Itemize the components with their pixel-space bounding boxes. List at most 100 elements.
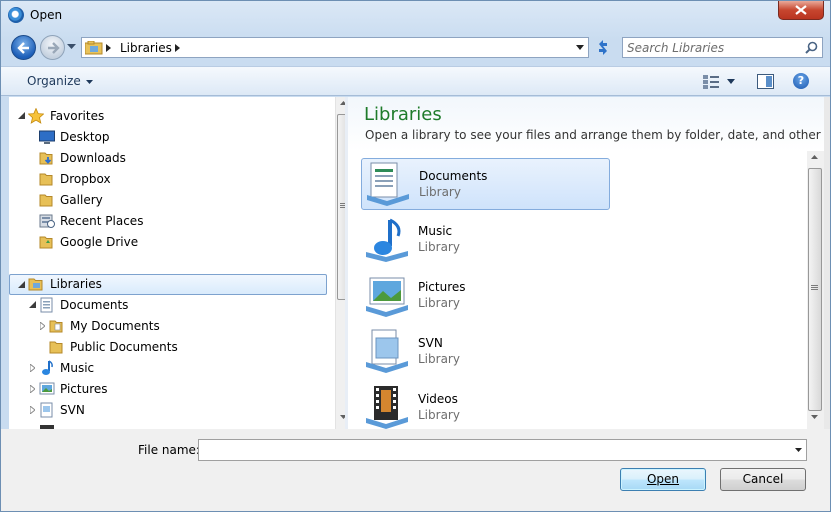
tree-label: Documents: [60, 298, 129, 312]
file-name-input[interactable]: [202, 442, 782, 457]
folder-icon: [39, 236, 53, 249]
tree-item-google-drive[interactable]: Google Drive: [9, 232, 327, 253]
content-pane[interactable]: Libraries Open a library to see your fil…: [348, 97, 824, 429]
breadcrumb-libraries[interactable]: Libraries: [120, 41, 172, 55]
navigation-pane[interactable]: Favorites Desktop Downloads Dropbox Gall…: [9, 97, 345, 429]
tree-label: Desktop: [60, 130, 110, 144]
refresh-button[interactable]: [591, 37, 615, 58]
tree-item-documents[interactable]: Documents: [9, 295, 327, 316]
library-item-svn[interactable]: SVN Library: [361, 326, 610, 378]
pictures-library-icon: [39, 382, 55, 395]
help-button[interactable]: ?: [793, 73, 809, 89]
file-name-dropdown-icon[interactable]: [795, 448, 802, 452]
expanded-triangle-icon[interactable]: [18, 281, 25, 288]
library-header: Libraries Open a library to see your fil…: [348, 97, 824, 151]
search-box[interactable]: [622, 37, 823, 58]
close-icon: [795, 5, 807, 15]
tree-item-music[interactable]: Music: [9, 358, 327, 379]
close-button[interactable]: [778, 1, 824, 20]
scroll-up-arrow-icon[interactable]: [811, 155, 818, 159]
tree-item-desktop[interactable]: Desktop: [9, 127, 327, 148]
library-item-pictures[interactable]: Pictures Library: [361, 270, 610, 322]
arrow-right-icon: [48, 42, 60, 54]
documents-library-icon: [367, 162, 409, 206]
folder-icon: [39, 194, 53, 207]
forward-button[interactable]: [40, 35, 65, 60]
content-scrollbar[interactable]: [807, 151, 824, 429]
organize-menu[interactable]: Organize: [27, 74, 93, 88]
open-dialog: Open Libraries Organize: [0, 0, 831, 512]
library-type: Library: [418, 408, 460, 422]
library-item-documents[interactable]: Documents Library: [361, 158, 610, 210]
command-bar: Organize ?: [1, 66, 830, 96]
tree-label: Downloads: [60, 151, 126, 165]
libraries-icon: [85, 41, 103, 55]
organize-label: Organize: [27, 74, 81, 88]
tree-item-libraries[interactable]: Libraries: [9, 274, 327, 295]
breadcrumb-separator-icon[interactable]: [106, 44, 111, 52]
breadcrumb-separator-icon[interactable]: [175, 44, 180, 52]
folder-icon: [39, 173, 53, 186]
recent-pages-dropdown-icon[interactable]: [67, 44, 76, 50]
window-title: Open: [30, 8, 63, 22]
library-name: Documents: [419, 169, 488, 183]
library-subtitle: Open a library to see your files and arr…: [365, 128, 824, 142]
scroll-down-arrow-icon[interactable]: [811, 415, 818, 419]
tree-label: Gallery: [60, 193, 103, 207]
collapsed-triangle-icon[interactable]: [40, 322, 45, 330]
refresh-icon: [599, 40, 607, 55]
file-name-combobox[interactable]: [198, 439, 807, 461]
collapsed-triangle-icon[interactable]: [30, 406, 35, 414]
tree-label: Favorites: [50, 109, 105, 123]
tree-label: Recent Places: [60, 214, 144, 228]
tree-label: Dropbox: [60, 172, 111, 186]
open-button[interactable]: Open: [620, 468, 706, 491]
library-title: Libraries: [364, 104, 442, 125]
folder-icon: [49, 320, 63, 333]
preview-pane-icon[interactable]: [757, 74, 774, 89]
tree-item-favorites[interactable]: Favorites: [9, 106, 327, 127]
internet-explorer-icon: [8, 7, 24, 23]
window-scrollbar-edge: [824, 97, 830, 429]
expanded-triangle-icon[interactable]: [18, 112, 25, 119]
svn-library-icon: [366, 329, 408, 373]
pictures-library-icon: [366, 277, 408, 317]
library-name: Pictures: [418, 280, 466, 294]
navigation-scrollbar[interactable]: [335, 97, 345, 429]
tree-item-gallery[interactable]: Gallery: [9, 190, 327, 211]
tree-item-public-documents[interactable]: Public Documents: [9, 337, 327, 358]
star-icon: [28, 108, 44, 124]
navigation-bar: Libraries: [1, 33, 830, 63]
library-item-music[interactable]: Music Library: [361, 214, 610, 266]
tree-item-videos-partial[interactable]: [9, 421, 327, 429]
tree-item-recent-places[interactable]: Recent Places: [9, 211, 327, 232]
address-dropdown-icon[interactable]: [576, 45, 584, 50]
scrollbar-grip-icon: [811, 285, 818, 290]
change-view-icon[interactable]: [702, 74, 720, 90]
tree-item-svn[interactable]: SVN: [9, 400, 327, 421]
library-item-videos[interactable]: Videos Library: [361, 382, 610, 429]
tree-item-my-documents[interactable]: My Documents: [9, 316, 327, 337]
tree-item-downloads[interactable]: Downloads: [9, 148, 327, 169]
file-selection-area: File name: Open Cancel: [1, 429, 830, 511]
documents-library-icon: [40, 297, 53, 313]
tree-label: Libraries: [50, 277, 102, 291]
tree-item-pictures[interactable]: Pictures: [9, 379, 327, 400]
back-button[interactable]: [11, 35, 36, 60]
tree-label: My Documents: [70, 319, 160, 333]
collapsed-triangle-icon[interactable]: [30, 385, 35, 393]
library-name: Videos: [418, 392, 458, 406]
search-icon[interactable]: [805, 41, 818, 54]
title-bar[interactable]: Open: [1, 1, 830, 31]
music-library-icon: [366, 218, 408, 262]
expanded-triangle-icon[interactable]: [29, 301, 36, 308]
folder-icon: [49, 341, 63, 354]
search-input[interactable]: [627, 40, 799, 55]
recent-places-icon: [39, 214, 55, 228]
view-options-dropdown-icon[interactable]: [727, 79, 735, 84]
library-type: Library: [419, 185, 461, 199]
tree-item-dropbox[interactable]: Dropbox: [9, 169, 327, 190]
cancel-button[interactable]: Cancel: [720, 468, 806, 491]
collapsed-triangle-icon[interactable]: [30, 364, 35, 372]
address-bar[interactable]: Libraries: [81, 37, 589, 58]
